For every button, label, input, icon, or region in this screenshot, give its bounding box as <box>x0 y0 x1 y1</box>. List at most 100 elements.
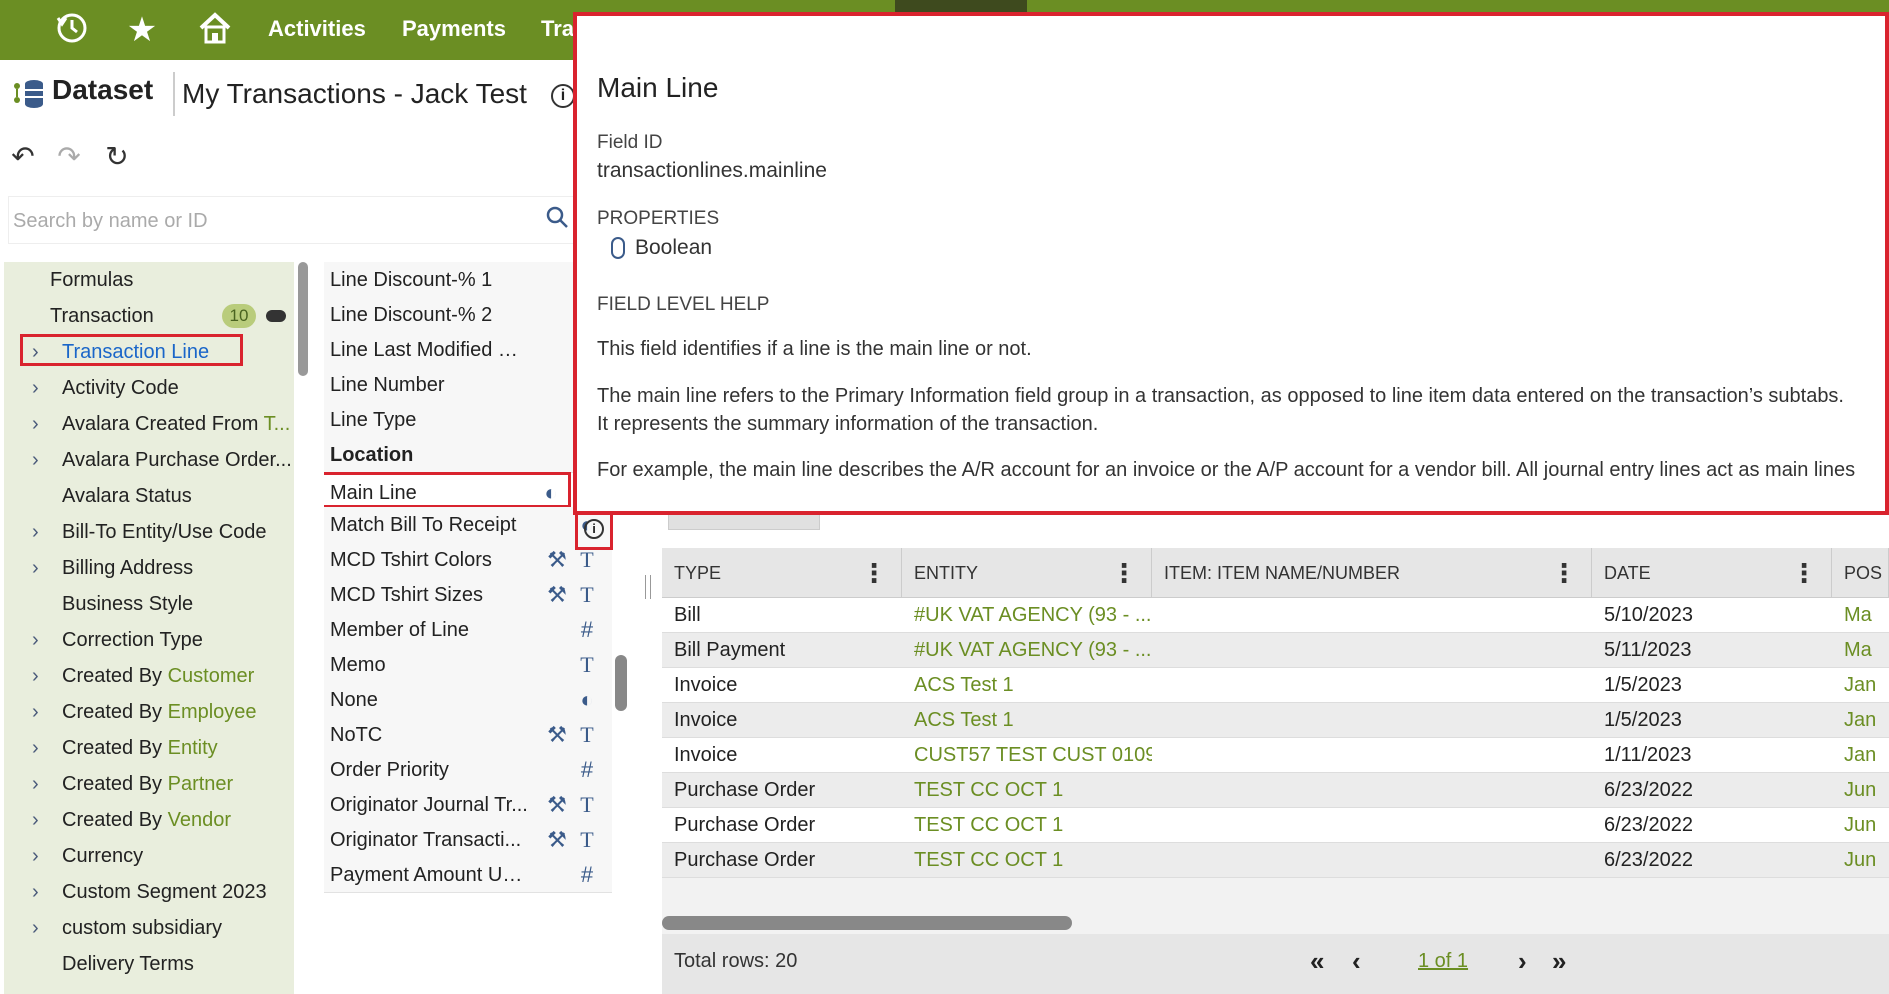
field-item[interactable]: NoTC T ⚒ <box>324 717 612 753</box>
nav-transactions[interactable]: Tra <box>541 16 574 42</box>
tree-item[interactable]: › Created By Vendor <box>4 802 294 838</box>
chevron-right-icon[interactable]: › <box>32 550 39 586</box>
tree-item[interactable]: › Avalara Created From T... <box>4 406 294 442</box>
field-item[interactable]: Order Priority # <box>324 752 612 788</box>
chevron-right-icon[interactable]: › <box>32 370 39 406</box>
tree-item[interactable]: › Created By Customer <box>4 658 294 694</box>
chevron-right-icon[interactable]: › <box>32 730 39 766</box>
table-cell[interactable]: #UK VAT AGENCY (93 - ... <box>902 598 1152 633</box>
table-cell[interactable]: TEST CC OCT 1 <box>902 808 1152 843</box>
field-item[interactable]: Line Type <box>324 402 612 438</box>
column-menu-icon[interactable]: ⋮ <box>861 548 887 598</box>
search-icon[interactable] <box>545 205 569 236</box>
table-cell[interactable]: Jan <box>1832 668 1889 703</box>
column-header[interactable]: POS <box>1832 548 1889 598</box>
table-row[interactable]: Bill Payment #UK VAT AGENCY (93 - ... 5/11… <box>662 633 1889 668</box>
field-item[interactable]: MCD Tshirt Colors T ⚒ <box>324 542 612 578</box>
table-row[interactable]: Purchase Order TEST CC OCT 1 6/23/2022 Jun <box>662 773 1889 808</box>
column-menu-icon[interactable]: ⋮ <box>1111 548 1137 598</box>
column-menu-icon[interactable]: ⋮ <box>1791 548 1817 598</box>
chevron-right-icon[interactable]: › <box>32 838 39 874</box>
toggle-icon[interactable] <box>266 310 286 322</box>
field-item[interactable]: None ◐ <box>324 682 612 718</box>
field-item[interactable]: Main Line ◐ <box>324 472 571 508</box>
field-item[interactable]: Line Discount-% 2⚒ <box>324 297 612 333</box>
tree-item[interactable]: Formulas <box>4 262 294 298</box>
search-input[interactable] <box>13 205 533 237</box>
chevron-right-icon[interactable]: › <box>32 910 39 946</box>
column-header[interactable]: ENTITY ⋮ <box>902 548 1152 598</box>
field-item[interactable]: Originator Journal Tr... T ⚒ <box>324 787 612 823</box>
tree-item[interactable]: › Custom Segment 2023 <box>4 874 294 910</box>
recent-icon[interactable] <box>52 10 92 50</box>
undo-icon[interactable]: ↶ <box>6 140 40 173</box>
column-header[interactable]: ITEM: ITEM NAME/NUMBER ⋮ <box>1152 548 1592 598</box>
tree-item[interactable]: › Created By Employee <box>4 694 294 730</box>
table-row[interactable]: Bill #UK VAT AGENCY (93 - ... 5/10/2023 Ma <box>662 598 1889 633</box>
table-cell[interactable]: Jun <box>1832 773 1889 808</box>
table-cell[interactable]: TEST CC OCT 1 <box>902 843 1152 878</box>
field-item[interactable]: Line Last Modified Date <box>324 332 612 368</box>
page-indicator[interactable]: 1 of 1 <box>1418 950 1468 973</box>
table-cell[interactable]: ACS Test 1 <box>902 703 1152 738</box>
panel-splitter[interactable] <box>645 575 651 599</box>
chevron-right-icon[interactable]: › <box>32 442 39 478</box>
tree-item[interactable]: › Created By Partner <box>4 766 294 802</box>
table-row[interactable]: Invoice ACS Test 1 1/5/2023 Jan <box>662 668 1889 703</box>
prev-page-icon[interactable]: ‹ <box>1352 946 1361 977</box>
info-icon[interactable]: i <box>551 84 575 108</box>
table-row[interactable]: Purchase Order TEST CC OCT 1 6/23/2022 Jun <box>662 808 1889 843</box>
refresh-icon[interactable]: ↻ <box>100 140 134 173</box>
field-item[interactable]: Location <box>324 437 612 473</box>
column-header[interactable]: DATE ⋮ <box>1592 548 1832 598</box>
tree-item[interactable]: › Bill-To Entity/Use Code <box>4 514 294 550</box>
chevron-right-icon[interactable]: › <box>32 514 39 550</box>
field-item[interactable]: Memo T <box>324 647 612 683</box>
table-cell[interactable]: #UK VAT AGENCY (93 - ... <box>902 633 1152 668</box>
table-cell[interactable]: Jun <box>1832 843 1889 878</box>
tree-item[interactable]: › Currency <box>4 838 294 874</box>
field-item[interactable]: Line Discount-% 1⚒ <box>324 262 612 298</box>
chevron-right-icon[interactable]: › <box>32 622 39 658</box>
star-icon[interactable]: ★ <box>122 10 162 50</box>
chevron-right-icon[interactable]: › <box>32 406 39 442</box>
table-cell[interactable]: Ma <box>1832 598 1889 633</box>
field-item[interactable]: Member of Line # <box>324 612 612 648</box>
chevron-right-icon[interactable]: › <box>32 694 39 730</box>
tree-item[interactable]: › Activity Code <box>4 370 294 406</box>
tree-item[interactable]: Delivery Terms <box>4 946 294 982</box>
info-icon[interactable]: i <box>584 519 604 539</box>
tree-scrollbar[interactable] <box>298 262 308 376</box>
horizontal-scrollbar[interactable] <box>662 916 1072 930</box>
last-page-icon[interactable]: » <box>1552 946 1566 977</box>
tree-item[interactable]: › Billing Address <box>4 550 294 586</box>
table-row[interactable]: Invoice CUST57 TEST CUST 0109 1/11/2023 Jan <box>662 738 1889 773</box>
tree-item[interactable]: › Correction Type <box>4 622 294 658</box>
home-icon[interactable] <box>195 10 235 50</box>
table-cell[interactable]: Ma <box>1832 633 1889 668</box>
chevron-right-icon[interactable]: › <box>32 802 39 838</box>
field-item[interactable]: Originator Transacti... T ⚒ <box>324 822 612 858</box>
table-cell[interactable]: Jan <box>1832 703 1889 738</box>
chevron-right-icon[interactable]: › <box>32 874 39 910</box>
tree-item[interactable]: › Created By Entity <box>4 730 294 766</box>
first-page-icon[interactable]: « <box>1310 946 1324 977</box>
table-row[interactable]: Invoice ACS Test 1 1/5/2023 Jan <box>662 703 1889 738</box>
field-item[interactable]: Line Number <box>324 367 612 403</box>
field-item[interactable]: Match Bill To Receipt ◐ <box>324 507 612 543</box>
table-cell[interactable]: Jun <box>1832 808 1889 843</box>
column-menu-icon[interactable]: ⋮ <box>1551 548 1577 598</box>
table-row[interactable]: Purchase Order TEST CC OCT 1 6/23/2022 Jun <box>662 843 1889 878</box>
chevron-right-icon[interactable]: › <box>32 658 39 694</box>
tree-item[interactable]: Avalara Status <box>4 478 294 514</box>
table-cell[interactable]: Jan <box>1832 738 1889 773</box>
table-cell[interactable]: CUST57 TEST CUST 0109 <box>902 738 1152 773</box>
dataset-title[interactable]: My Transactions - Jack Test <box>182 78 527 110</box>
field-item[interactable]: MCD Tshirt Sizes T ⚒ <box>324 577 612 613</box>
tree-item[interactable]: › Avalara Purchase Order... <box>4 442 294 478</box>
table-cell[interactable]: ACS Test 1 <box>902 668 1152 703</box>
table-cell[interactable]: TEST CC OCT 1 <box>902 773 1152 808</box>
nav-payments[interactable]: Payments <box>402 16 506 42</box>
tree-item[interactable]: › custom subsidiary <box>4 910 294 946</box>
field-list-scrollbar[interactable] <box>615 655 627 711</box>
